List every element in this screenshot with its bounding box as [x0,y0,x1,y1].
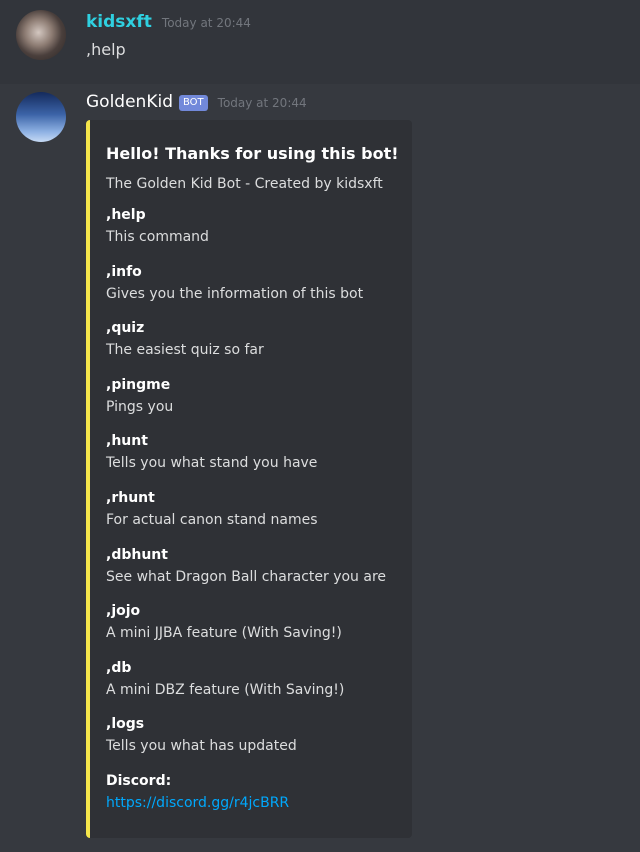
embed-field: Discord: https://discord.gg/r4jcBRR [106,770,402,827]
embed-field: ,db A mini DBZ feature (With Saving!) [106,657,402,714]
field-name: ,help [106,207,146,223]
field-value: Pings you [106,398,174,415]
embed-field: ,hunt Tells you what stand you have [106,430,402,487]
embed-field: ,dbhunt See what Dragon Ball character y… [106,544,402,601]
field-value: Tells you what has updated [106,738,297,755]
field-name: ,dbhunt [106,546,168,563]
field-value: For actual canon stand names [106,511,318,528]
field-name: Discord: [106,772,172,789]
discord-invite-link[interactable]: https://discord.gg/r4jcBRR [106,795,289,811]
timestamp: Today at 20:44 [161,16,251,30]
avatar[interactable] [16,92,66,142]
message-group: GoldenKid BOT Today at 20:44 Hello! Than… [0,84,640,852]
field-value: Gives you the information of this bot [106,285,364,302]
chat-messages: kidsxft Today at 20:44 ,help GoldenKid B… [0,0,640,852]
embed-description: The Golden Kid Bot - Created by kidsxft [106,176,383,192]
field-name: ,pingme [106,376,171,393]
field-value: See what Dragon Ball character you are [106,568,387,585]
field-value: A mini JJBA feature (With Saving!) [106,625,342,642]
username[interactable]: GoldenKid [86,92,173,112]
field-name: ,logs [106,716,145,733]
embed-field: ,help This command [106,204,402,261]
message-header: GoldenKid BOT Today at 20:44 [86,92,307,114]
field-name: ,db [106,659,132,676]
message-header: kidsxft Today at 20:44 [86,12,251,34]
embed-field: ,info Gives you the information of this … [106,261,402,318]
bot-badge: BOT [178,95,208,111]
message-text: ,help [86,40,126,59]
timestamp: Today at 20:44 [217,96,307,110]
embed-field: ,rhunt For actual canon stand names [106,487,402,544]
embed: Hello! Thanks for using this bot! The Go… [86,120,412,838]
field-name: ,info [106,263,142,280]
avatar[interactable] [16,10,66,60]
username[interactable]: kidsxft [86,12,152,32]
field-value: The easiest quiz so far [106,342,264,359]
embed-fields: ,help This command ,info Gives you the i… [106,204,402,827]
embed-field: ,quiz The easiest quiz so far [106,317,402,374]
embed-field: ,jojo A mini JJBA feature (With Saving!) [106,600,402,657]
field-name: ,quiz [106,320,145,337]
field-value: Tells you what stand you have [106,455,318,472]
field-name: ,rhunt [106,489,155,506]
embed-title: Hello! Thanks for using this bot! [106,144,399,163]
field-name: ,hunt [106,433,148,450]
embed-field: ,pingme Pings you [106,374,402,431]
field-value: This command [106,229,209,245]
field-name: ,jojo [106,603,141,620]
field-value: A mini DBZ feature (With Saving!) [106,681,345,698]
message-group: kidsxft Today at 20:44 ,help [0,0,640,84]
embed-field: ,logs Tells you what has updated [106,713,402,770]
